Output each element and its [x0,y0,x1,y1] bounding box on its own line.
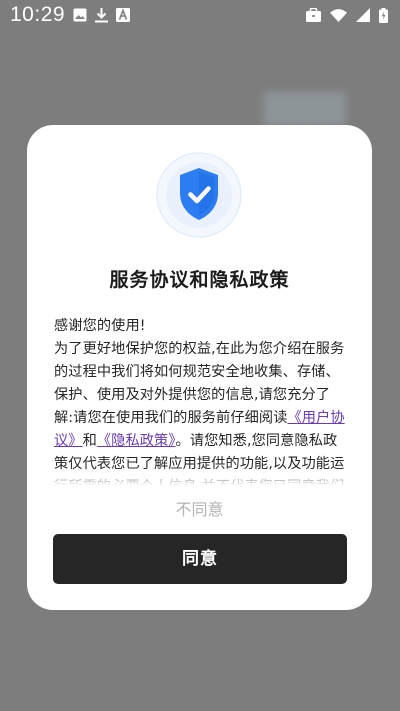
and-text: 和 [82,433,97,449]
briefcase-icon [306,8,321,22]
battery-icon [379,7,388,23]
shield-check-icon [156,152,242,238]
image-icon [73,8,87,22]
status-time: 10:29 [10,3,66,26]
dialog-content: 感谢您的使用! 为了更好地保护您的权益,在此为您介绍在服务的过程中我们将如何规范… [54,315,349,485]
privacy-policy-link[interactable]: 《隐私政策》 [97,433,176,449]
content-fade-overlay [47,467,352,489]
status-left: 10:29 [10,3,131,27]
background-blurred-element [264,92,346,126]
status-right [306,7,388,23]
font-icon [116,8,131,22]
disagree-button[interactable]: 不同意 [27,496,372,520]
signal-icon [356,8,370,22]
agree-button[interactable]: 同意 [53,534,347,584]
download-icon [95,7,109,23]
dialog-title: 服务协议和隐私政策 [109,269,290,291]
status-bar: 10:29 [0,0,400,30]
dialog-body: 为了更好地保护您的权益,在此为您介绍在服务的过程中我们将如何规范安全地收集、存储… [54,338,349,485]
privacy-dialog: 服务协议和隐私政策 感谢您的使用! 为了更好地保护您的权益,在此为您介绍在服务的… [27,125,372,610]
wifi-icon [330,8,347,22]
dialog-greeting: 感谢您的使用! [54,318,146,334]
